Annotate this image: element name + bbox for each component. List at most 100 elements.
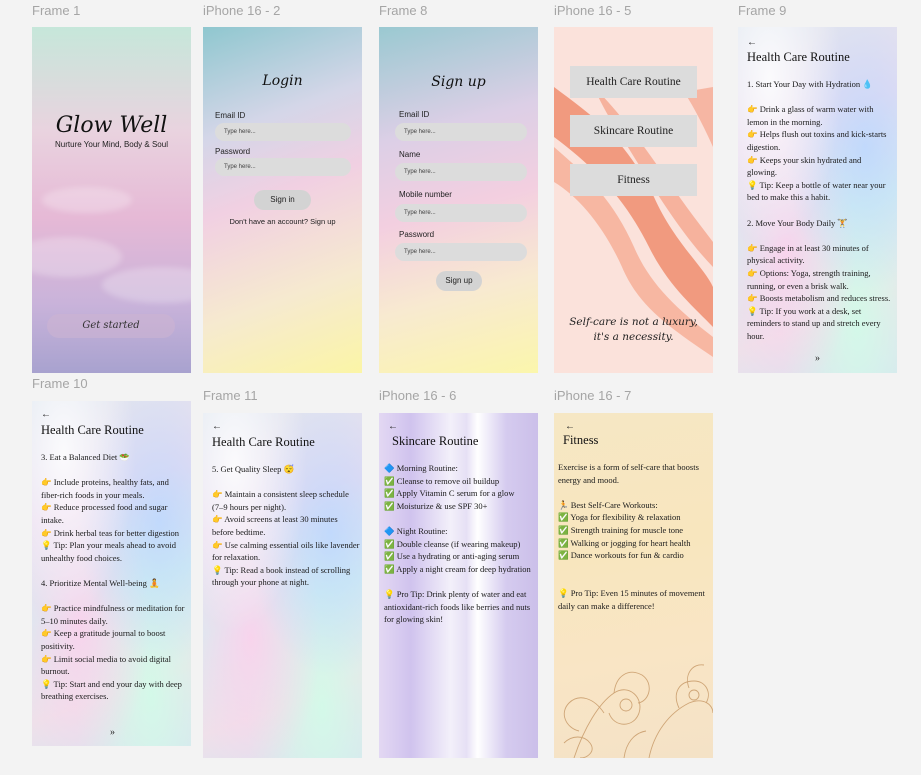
name-field[interactable]: Type here...: [395, 163, 527, 181]
frame-label: Frame 1: [32, 3, 81, 18]
fitness-screen: ← Fitness Exercise is a form of self-car…: [554, 413, 713, 758]
routine-line: 👉 Avoid screens at least 30 minutes befo…: [212, 514, 338, 537]
cloud-decoration: [42, 187, 132, 213]
back-arrow-icon[interactable]: ←: [212, 421, 222, 432]
routine-line: 👉 Helps flush out toxins and kick-starts…: [747, 129, 887, 152]
menu-screen: Health Care Routine Skincare Routine Fit…: [554, 27, 713, 373]
routine-line: 3. Eat a Balanced Diet 🥗: [41, 452, 130, 462]
page-title: Fitness: [563, 433, 599, 447]
routine-text: 1. Start Your Day with Hydration 💧 👉 Dri…: [747, 78, 893, 342]
frame-label: iPhone 16 - 7: [554, 388, 632, 403]
fitness-line: Exercise is a form of self-care that boo…: [558, 462, 699, 485]
email-label: Email ID: [215, 111, 246, 120]
frame-label: iPhone 16 - 2: [203, 3, 281, 18]
routine-line: 💡 Tip: Plan your meals ahead to avoid un…: [41, 540, 177, 563]
self-care-quote: Self-care is not a luxury, it's a necess…: [554, 315, 713, 345]
page-title: Health Care Routine: [41, 423, 144, 437]
routine-line: ✅ Moisturize & use SPF 30+: [384, 500, 488, 511]
frame-label: iPhone 16 - 6: [379, 388, 457, 403]
routine-line: ✅ Double cleanse (if wearing makeup): [384, 538, 521, 549]
login-screen: Login Email ID Type here... Password Typ…: [203, 27, 362, 373]
next-page-button[interactable]: »: [815, 353, 820, 364]
frame-label: Frame 11: [203, 388, 258, 403]
fitness-text: Exercise is a form of self-care that boo…: [558, 461, 710, 612]
email-field[interactable]: Type here...: [215, 123, 351, 141]
health-routine-page-2: ← Health Care Routine 3. Eat a Balanced …: [32, 401, 191, 746]
app-logo: Glow Well: [55, 113, 168, 138]
back-arrow-icon[interactable]: ←: [747, 37, 757, 48]
page-title: Login: [262, 73, 303, 89]
cloud-decoration: [32, 237, 122, 277]
menu-health-care-routine[interactable]: Health Care Routine: [570, 66, 697, 98]
routine-line: 💡 Pro Tip: Drink plenty of water and eat…: [384, 588, 531, 625]
fitness-line: ✅ Yoga for flexibility & relaxation: [558, 512, 681, 523]
quote-line: Self-care is not a luxury,: [569, 316, 698, 328]
next-page-button[interactable]: »: [110, 727, 115, 738]
routine-line: 👉 Keep a gratitude journal to boost posi…: [41, 628, 166, 651]
password-field[interactable]: Type here...: [395, 243, 527, 261]
health-routine-page-3: ← Health Care Routine 5. Get Quality Sle…: [203, 413, 362, 758]
routine-text: 🔷 Morning Routine: ✅ Cleanse to remove o…: [384, 462, 534, 626]
back-arrow-icon[interactable]: ←: [565, 421, 575, 432]
signup-screen: Sign up Email ID Type here... Name Type …: [379, 27, 538, 373]
cloud-decoration: [102, 267, 191, 303]
get-started-button[interactable]: Get started: [47, 314, 175, 338]
name-label: Name: [399, 150, 421, 159]
email-label: Email ID: [399, 110, 430, 119]
routine-line: 👉 Options: Yoga, strength training, runn…: [747, 267, 871, 291]
back-arrow-icon[interactable]: ←: [388, 421, 398, 432]
routine-line: 👉 Include proteins, healthy fats, and fi…: [41, 477, 169, 500]
tagline: Nurture Your Mind, Body & Soul: [55, 140, 168, 149]
routine-line: 💡 Tip: If you work at a desk, set remind…: [747, 305, 881, 341]
routine-line: ✅ Cleanse to remove oil buildup: [384, 475, 500, 486]
routine-text: 3. Eat a Balanced Diet 🥗 👉 Include prote…: [41, 451, 189, 703]
password-field[interactable]: Type here...: [215, 158, 351, 176]
routine-line: 👉 Drink herbal teas for better digestion: [41, 527, 180, 538]
routine-line: 1. Start Your Day with Hydration 💧: [747, 79, 873, 89]
sign-up-button[interactable]: Sign up: [436, 271, 482, 291]
routine-text: 5. Get Quality Sleep 😴 👉 Maintain a cons…: [212, 463, 360, 589]
routine-line: 👉 Drink a glass of warm water with lemon…: [747, 104, 874, 127]
frame-label: iPhone 16 - 5: [554, 3, 632, 18]
password-label: Password: [399, 230, 435, 239]
quote-line: it's a necessity.: [593, 331, 674, 343]
back-arrow-icon[interactable]: ←: [41, 409, 51, 420]
page-title: Health Care Routine: [212, 435, 315, 449]
splash-screen: Glow Well Nurture Your Mind, Body & Soul…: [32, 27, 191, 373]
page-title: Health Care Routine: [747, 50, 850, 64]
routine-line: 👉 Practice mindfulness or meditation for…: [41, 603, 185, 626]
skincare-routine-screen: ← Skincare Routine 🔷 Morning Routine: ✅ …: [379, 413, 538, 758]
routine-line: 2. Move Your Body Daily 🏋: [747, 217, 849, 228]
page-title: Sign up: [431, 74, 486, 90]
fitness-line: ✅ Walking or jogging for heart health: [558, 537, 691, 548]
routine-line: 👉 Reduce processed food and sugar intake…: [41, 502, 168, 525]
routine-line: ✅ Use a hydrating or anti-aging serum: [384, 551, 520, 562]
routine-line: 👉 Use calming essential oils like lavend…: [212, 539, 360, 563]
routine-line: 💡 Tip: Start and end your day with deep …: [41, 678, 182, 702]
routine-line: 🔷 Morning Routine:: [384, 463, 458, 473]
menu-fitness[interactable]: Fitness: [570, 164, 697, 196]
frame-label: Frame 9: [738, 3, 787, 18]
routine-line: 💡 Tip: Keep a bottle of water near your …: [747, 179, 886, 203]
health-routine-page-1: ← Health Care Routine 1. Start Your Day …: [738, 27, 897, 373]
frame-label: Frame 10: [32, 376, 88, 391]
sign-in-button[interactable]: Sign in: [254, 190, 311, 210]
routine-line: 👉 Engage in at least 30 minutes of physi…: [747, 242, 869, 266]
fitness-line: 🏃 Best Self-Care Workouts:: [558, 499, 658, 510]
routine-line: 👉 Maintain a consistent sleep schedule (…: [212, 489, 349, 512]
routine-line: ✅ Apply a night cream for deep hydration: [384, 563, 531, 574]
routine-line: 👉 Limit social media to avoid digital bu…: [41, 653, 172, 677]
fitness-line: ✅ Strength training for muscle tone: [558, 524, 684, 535]
routine-line: 4. Prioritize Mental Well-being 🧘: [41, 577, 160, 588]
password-label: Password: [215, 147, 251, 156]
mobile-field[interactable]: Type here...: [395, 204, 527, 222]
routine-line: ✅ Apply Vitamin C serum for a glow: [384, 488, 515, 499]
routine-line: 🔷 Night Routine:: [384, 525, 448, 536]
routine-line: 👉 Boosts metabolism and reduces stress.: [747, 293, 891, 304]
signup-link[interactable]: Don't have an account? Sign up: [203, 217, 362, 226]
fitness-line: ✅ Dance workouts for fun & cardio: [558, 550, 684, 561]
email-field[interactable]: Type here...: [395, 123, 527, 141]
mobile-label: Mobile number: [399, 190, 452, 199]
menu-skincare-routine[interactable]: Skincare Routine: [570, 115, 697, 147]
routine-line: 5. Get Quality Sleep 😴: [212, 464, 295, 474]
